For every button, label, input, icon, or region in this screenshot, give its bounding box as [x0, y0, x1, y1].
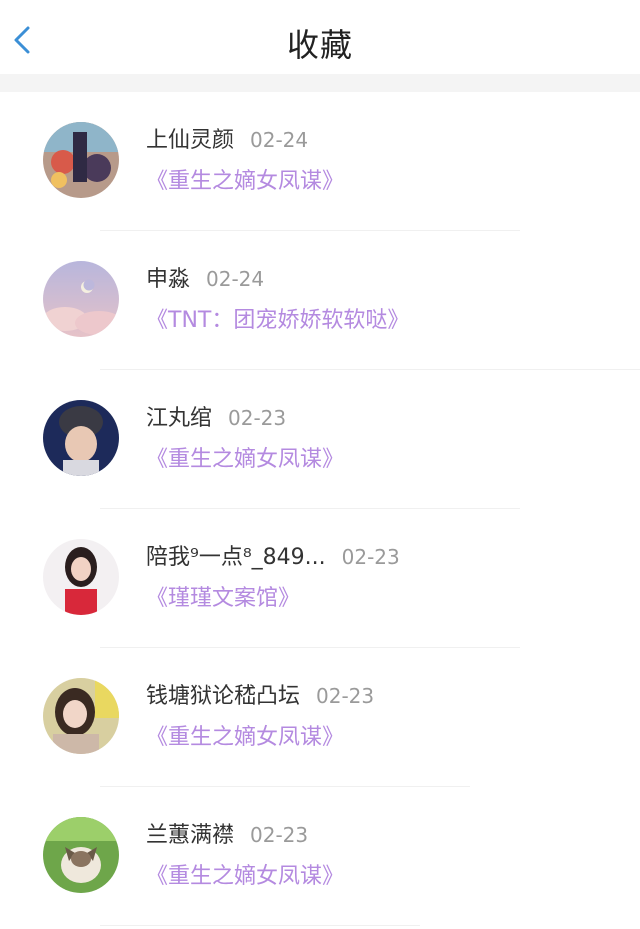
avatar[interactable]: [43, 261, 119, 337]
header-separator: [0, 74, 640, 92]
avatar[interactable]: [43, 400, 119, 476]
book-link[interactable]: 《重生之嫡女凤谋》: [146, 724, 344, 752]
date: 02-23: [316, 684, 375, 708]
page-title: 收藏: [286, 26, 353, 64]
book-link[interactable]: 《瑾瑾文案馆》: [146, 585, 300, 613]
list-item[interactable]: 兰蕙满襟 02-23 《重生之嫡女凤谋》: [0, 787, 640, 926]
date: 02-23: [228, 406, 287, 430]
username[interactable]: 江丸绾: [146, 406, 212, 431]
name-line: 钱塘狱论嵇凸坛 02-23: [146, 682, 374, 711]
date: 02-23: [341, 545, 400, 569]
avatar[interactable]: [43, 539, 119, 615]
name-line: 申淼 02-24: [146, 265, 264, 294]
date: 02-23: [250, 823, 309, 847]
username[interactable]: 钱塘狱论嵇凸坛: [146, 684, 300, 709]
top-bar: 收藏: [0, 0, 640, 78]
avatar[interactable]: [43, 678, 119, 754]
name-line: 兰蕙满襟 02-23: [146, 821, 308, 850]
favorites-list: 上仙灵颜 02-24 《重生之嫡女凤谋》 申淼 02-24 《TNT：团宠娇娇软…: [0, 92, 640, 926]
avatar[interactable]: [43, 122, 119, 198]
username[interactable]: 陪我⁹一点⁸_849...: [146, 545, 326, 570]
list-item[interactable]: 上仙灵颜 02-24 《重生之嫡女凤谋》: [0, 92, 640, 231]
list-item[interactable]: 钱塘狱论嵇凸坛 02-23 《重生之嫡女凤谋》: [0, 648, 640, 787]
name-line: 陪我⁹一点⁸_849... 02-23: [146, 543, 400, 572]
book-link[interactable]: 《重生之嫡女凤谋》: [146, 863, 344, 891]
list-item[interactable]: 江丸绾 02-23 《重生之嫡女凤谋》: [0, 370, 640, 509]
book-link[interactable]: 《重生之嫡女凤谋》: [146, 446, 344, 474]
list-item[interactable]: 申淼 02-24 《TNT：团宠娇娇软软哒》: [0, 231, 640, 370]
username[interactable]: 上仙灵颜: [146, 128, 234, 153]
divider: [100, 925, 420, 926]
username[interactable]: 申淼: [146, 267, 190, 292]
name-line: 上仙灵颜 02-24: [146, 126, 308, 155]
book-link[interactable]: 《TNT：团宠娇娇软软哒》: [146, 307, 409, 335]
date: 02-24: [250, 128, 309, 152]
avatar[interactable]: [43, 817, 119, 893]
list-item[interactable]: 陪我⁹一点⁸_849... 02-23 《瑾瑾文案馆》: [0, 509, 640, 648]
username[interactable]: 兰蕙满襟: [146, 823, 234, 848]
book-link[interactable]: 《重生之嫡女凤谋》: [146, 168, 344, 196]
name-line: 江丸绾 02-23: [146, 404, 286, 433]
date: 02-24: [206, 267, 265, 291]
